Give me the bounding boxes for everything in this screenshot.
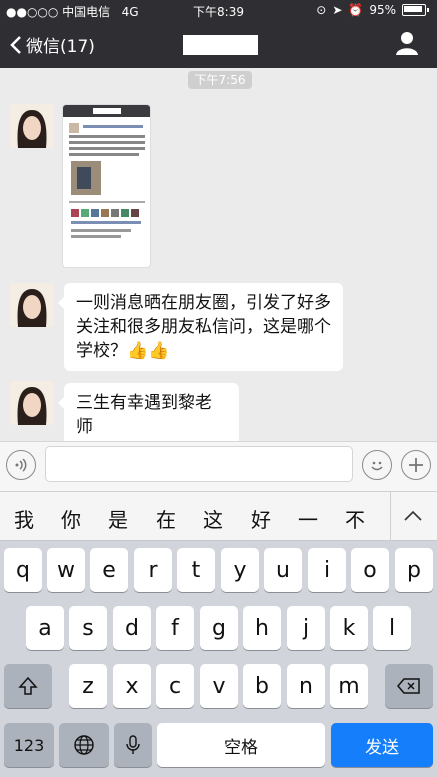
send-key[interactable]: 发送 (331, 723, 433, 767)
key-c[interactable]: c (156, 664, 194, 708)
message-bubble[interactable]: 一则消息晒在朋友圈，引发了好多 关注和很多朋友私信问，这是哪个 学校？👍👍 (58, 283, 343, 371)
key-d[interactable]: d (113, 606, 151, 650)
message-text-line: 学校？👍👍 (76, 341, 170, 361)
back-label: 微信(17) (26, 37, 95, 57)
key-s[interactable]: s (69, 606, 107, 650)
candidate-word[interactable]: 一 (298, 504, 318, 533)
key-n[interactable]: n (287, 664, 325, 708)
keyboard: q w e r t y u i o p a s d f g h j k l z … (0, 541, 437, 777)
message-text-line: 关注和很多朋友私信问，这是哪个 (76, 317, 331, 337)
candidate-word[interactable]: 好 (251, 504, 271, 533)
key-k[interactable]: k (330, 606, 368, 650)
backspace-icon (397, 678, 420, 694)
voice-button[interactable] (6, 450, 36, 480)
message-bubble[interactable]: 三生有幸遇到黎老师 (58, 383, 239, 447)
shared-screenshot-image[interactable] (62, 104, 151, 268)
key-y[interactable]: y (221, 548, 259, 592)
candidate-word[interactable]: 我 (14, 504, 34, 533)
status-bar: ●●○○○ 中国电信 4G 下午8:39 ⊙ ➤ ⏰ 95% (0, 0, 437, 22)
avatar[interactable] (10, 104, 54, 148)
shift-icon (18, 676, 38, 695)
key-g[interactable]: g (200, 606, 238, 650)
globe-icon (74, 735, 94, 755)
avatar[interactable] (10, 381, 54, 425)
key-l[interactable]: l (373, 606, 411, 650)
location-icon: ➤ (332, 3, 343, 17)
key-i[interactable]: i (308, 548, 346, 592)
message-text-line: 三生有幸遇到黎老师 (76, 393, 212, 437)
plus-icon (409, 458, 423, 472)
chat-title-redacted (183, 35, 258, 55)
key-b[interactable]: b (243, 664, 281, 708)
candidate-word[interactable]: 你 (61, 504, 81, 533)
avatar[interactable] (10, 283, 54, 327)
battery-icon (402, 4, 426, 16)
key-f[interactable]: f (156, 606, 194, 650)
globe-key[interactable] (59, 723, 109, 767)
candidate-word[interactable]: 这 (203, 504, 223, 533)
key-x[interactable]: x (113, 664, 151, 708)
contact-profile-icon[interactable] (395, 30, 419, 56)
candidate-bar: 我 你 是 在 这 好 一 不 (0, 491, 437, 542)
key-h[interactable]: h (243, 606, 281, 650)
key-e[interactable]: e (90, 548, 128, 592)
message-timestamp: 下午7:56 (188, 71, 252, 89)
more-button[interactable] (401, 450, 431, 480)
key-t[interactable]: t (177, 548, 215, 592)
message-text-line: 一则消息晒在朋友圈，引发了好多 (76, 293, 331, 313)
key-m[interactable]: m (330, 664, 368, 708)
key-a[interactable]: a (26, 606, 64, 650)
nav-bar: 微信(17) (0, 22, 437, 68)
emoji-button[interactable] (362, 450, 392, 480)
key-w[interactable]: w (47, 548, 85, 592)
candidate-word[interactable]: 在 (156, 504, 176, 533)
voice-icon (15, 458, 27, 472)
back-button[interactable]: 微信(17) (10, 32, 95, 57)
key-v[interactable]: v (200, 664, 238, 708)
message-input[interactable] (45, 446, 353, 482)
battery-percent: 95% (369, 3, 396, 17)
chevron-up-icon[interactable] (403, 510, 423, 522)
key-r[interactable]: r (134, 548, 172, 592)
key-o[interactable]: o (351, 548, 389, 592)
chevron-left-icon (10, 35, 21, 54)
shift-key[interactable] (4, 664, 52, 708)
candidate-word[interactable]: 不 (345, 504, 365, 533)
key-p[interactable]: p (395, 548, 433, 592)
microphone-key[interactable] (114, 723, 152, 767)
delete-key[interactable] (385, 664, 433, 708)
key-u[interactable]: u (264, 548, 302, 592)
rotation-lock-icon: ⊙ (316, 3, 327, 17)
key-z[interactable]: z (69, 664, 107, 708)
space-key[interactable]: 空格 (157, 723, 325, 767)
key-j[interactable]: j (287, 606, 325, 650)
numbers-key[interactable]: 123 (4, 723, 54, 767)
status-right: ⊙ ➤ ⏰ 95% (316, 3, 429, 17)
emoji-icon (371, 461, 383, 471)
key-q[interactable]: q (4, 548, 42, 592)
alarm-icon: ⏰ (348, 3, 364, 17)
candidate-word[interactable]: 是 (108, 504, 128, 533)
microphone-icon (126, 735, 140, 754)
